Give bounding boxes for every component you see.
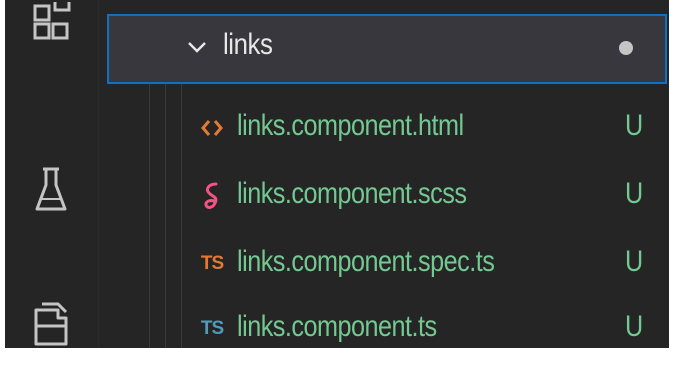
file-name: links.component.html [237, 109, 464, 142]
folder-name: links [223, 28, 273, 61]
file-name: links.component.scss [237, 177, 467, 210]
git-status-badge: U [625, 310, 644, 343]
file-row[interactable]: links.component.html U [99, 98, 669, 158]
file-row[interactable]: links.component.scss U [99, 166, 669, 226]
file-name: links.component.spec.ts [237, 245, 495, 278]
git-status-badge: U [625, 177, 644, 210]
typescript-spec-file-icon: TS [200, 253, 224, 274]
explorer-tree: links links.component.html U links.compo… [99, 0, 669, 348]
file-row[interactable]: TS links.component.spec.ts U [99, 234, 669, 294]
vscode-window-crop: links links.component.html U links.compo… [5, 0, 669, 348]
modified-dot-icon [619, 41, 633, 55]
git-status-badge: U [625, 245, 644, 278]
chevron-down-icon[interactable] [187, 40, 207, 59]
folder-row-links[interactable]: links [107, 14, 667, 84]
html-file-icon [197, 112, 227, 144]
explorer-files-icon[interactable] [29, 300, 73, 348]
sass-file-icon [197, 180, 227, 212]
testing-flask-icon[interactable] [29, 166, 73, 214]
file-row[interactable]: TS links.component.ts U [99, 299, 669, 348]
git-status-badge: U [625, 109, 644, 142]
typescript-file-icon: TS [200, 318, 224, 339]
extensions-icon[interactable] [29, 0, 73, 48]
activity-bar [5, 0, 99, 348]
file-name: links.component.ts [237, 310, 437, 343]
